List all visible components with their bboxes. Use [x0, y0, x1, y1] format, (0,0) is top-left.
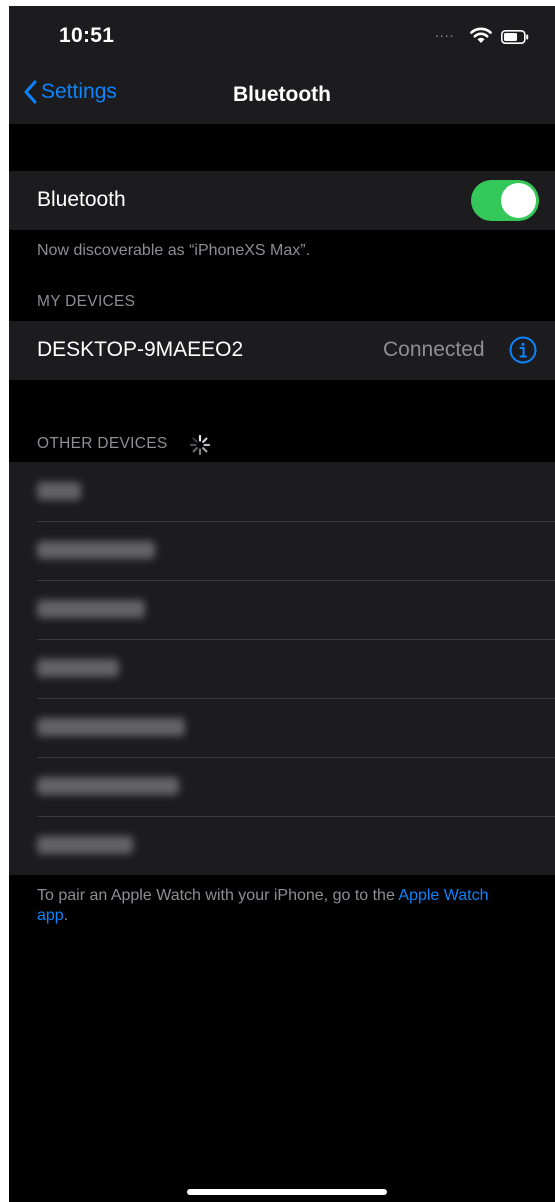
device-name: DESKTOP-9MAEEO2 — [37, 338, 244, 361]
obscured-device-name — [37, 718, 185, 736]
navigation-bar: Settings Bluetooth — [9, 66, 555, 124]
device-row[interactable]: DESKTOP-9MAEEO2 Connected — [9, 321, 555, 380]
status-time: 10:51 — [59, 24, 115, 47]
loading-spinner-icon — [189, 434, 211, 456]
bluetooth-label: Bluetooth — [37, 188, 126, 211]
my-devices-header: MY DEVICES — [37, 293, 136, 310]
obscured-device-name — [37, 482, 81, 500]
obscured-device-name — [37, 836, 133, 854]
bluetooth-toggle-group: Bluetooth — [9, 171, 555, 230]
discoverable-note: Now discoverable as “iPhoneXS Max”. — [37, 242, 311, 259]
list-item[interactable] — [9, 580, 555, 639]
footer-end: . — [63, 907, 69, 924]
battery-icon — [501, 30, 529, 44]
list-item[interactable] — [9, 462, 555, 521]
bluetooth-row: Bluetooth — [9, 171, 555, 230]
list-item[interactable] — [9, 639, 555, 698]
other-devices-list — [9, 462, 555, 875]
bluetooth-toggle[interactable] — [471, 180, 539, 221]
other-devices-header: OTHER DEVICES — [37, 435, 168, 452]
footer-text: To pair an Apple Watch with your iPhone,… — [37, 887, 399, 904]
toggle-knob — [501, 183, 536, 218]
list-item[interactable] — [9, 698, 555, 757]
list-item[interactable] — [9, 816, 555, 875]
obscured-device-name — [37, 659, 119, 677]
signal-dots: .... — [435, 24, 455, 40]
device-status: Connected — [383, 338, 485, 361]
list-item[interactable] — [9, 521, 555, 580]
apple-watch-note: To pair an Apple Watch with your iPhone,… — [37, 886, 517, 926]
page-title: Bluetooth — [233, 83, 331, 106]
obscured-device-name — [37, 541, 155, 559]
wifi-icon — [470, 27, 492, 43]
status-bar: 10:51 .... — [9, 6, 555, 66]
phone-screen: 10:51 .... Settings Bluetooth Bluetooth — [9, 6, 555, 1202]
obscured-device-name — [37, 777, 179, 795]
list-item[interactable] — [9, 757, 555, 816]
my-devices-group: DESKTOP-9MAEEO2 Connected — [9, 321, 555, 380]
home-indicator[interactable] — [187, 1189, 387, 1195]
obscured-device-name — [37, 600, 145, 618]
info-icon[interactable] — [509, 336, 537, 364]
